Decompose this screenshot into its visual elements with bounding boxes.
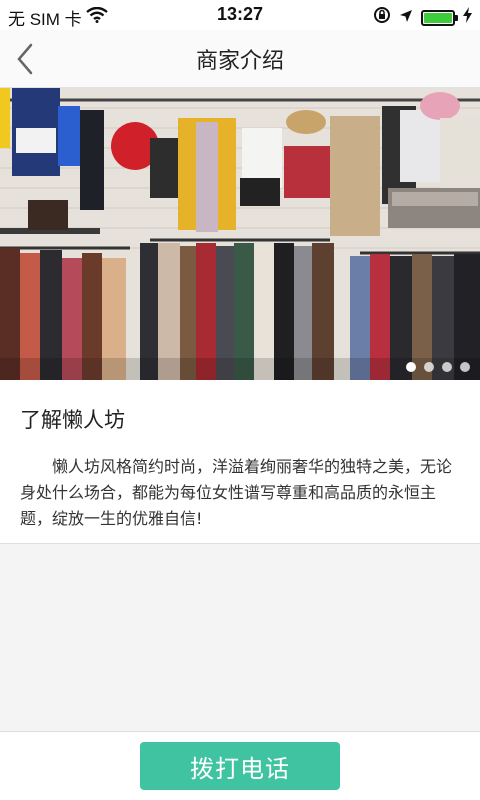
carousel-dot[interactable] [442,362,452,372]
navigation-bar: 商家介绍 [0,30,480,88]
carousel-dot[interactable] [406,362,416,372]
location-arrow-icon [399,8,413,28]
intro-body: 懒人坊风格简约时尚，洋溢着绚丽奢华的独特之美，无论身处什么场合，都能为每位女性谱… [20,457,453,528]
call-button[interactable]: 拨打电话 [140,742,340,790]
charging-icon [463,7,472,28]
carousel-dot[interactable] [460,362,470,372]
banner-carousel[interactable] [0,88,480,380]
store-photo [0,88,480,380]
carousel-dot[interactable] [424,362,434,372]
status-icons [373,6,472,29]
bottom-bar: 拨打电话 [0,731,480,800]
rotation-lock-icon [373,6,391,29]
carousel-indicator [406,362,470,372]
status-bar: 无 SIM 卡 13:27 [0,0,480,30]
battery-icon [421,9,458,26]
intro-title: 了解懒人坊 [20,408,125,432]
page-title: 商家介绍 [195,49,284,74]
intro-section: 了解懒人坊 懒人坊风格简约时尚，洋溢着绚丽奢华的独特之美，无论身处什么场合，都能… [0,380,480,544]
